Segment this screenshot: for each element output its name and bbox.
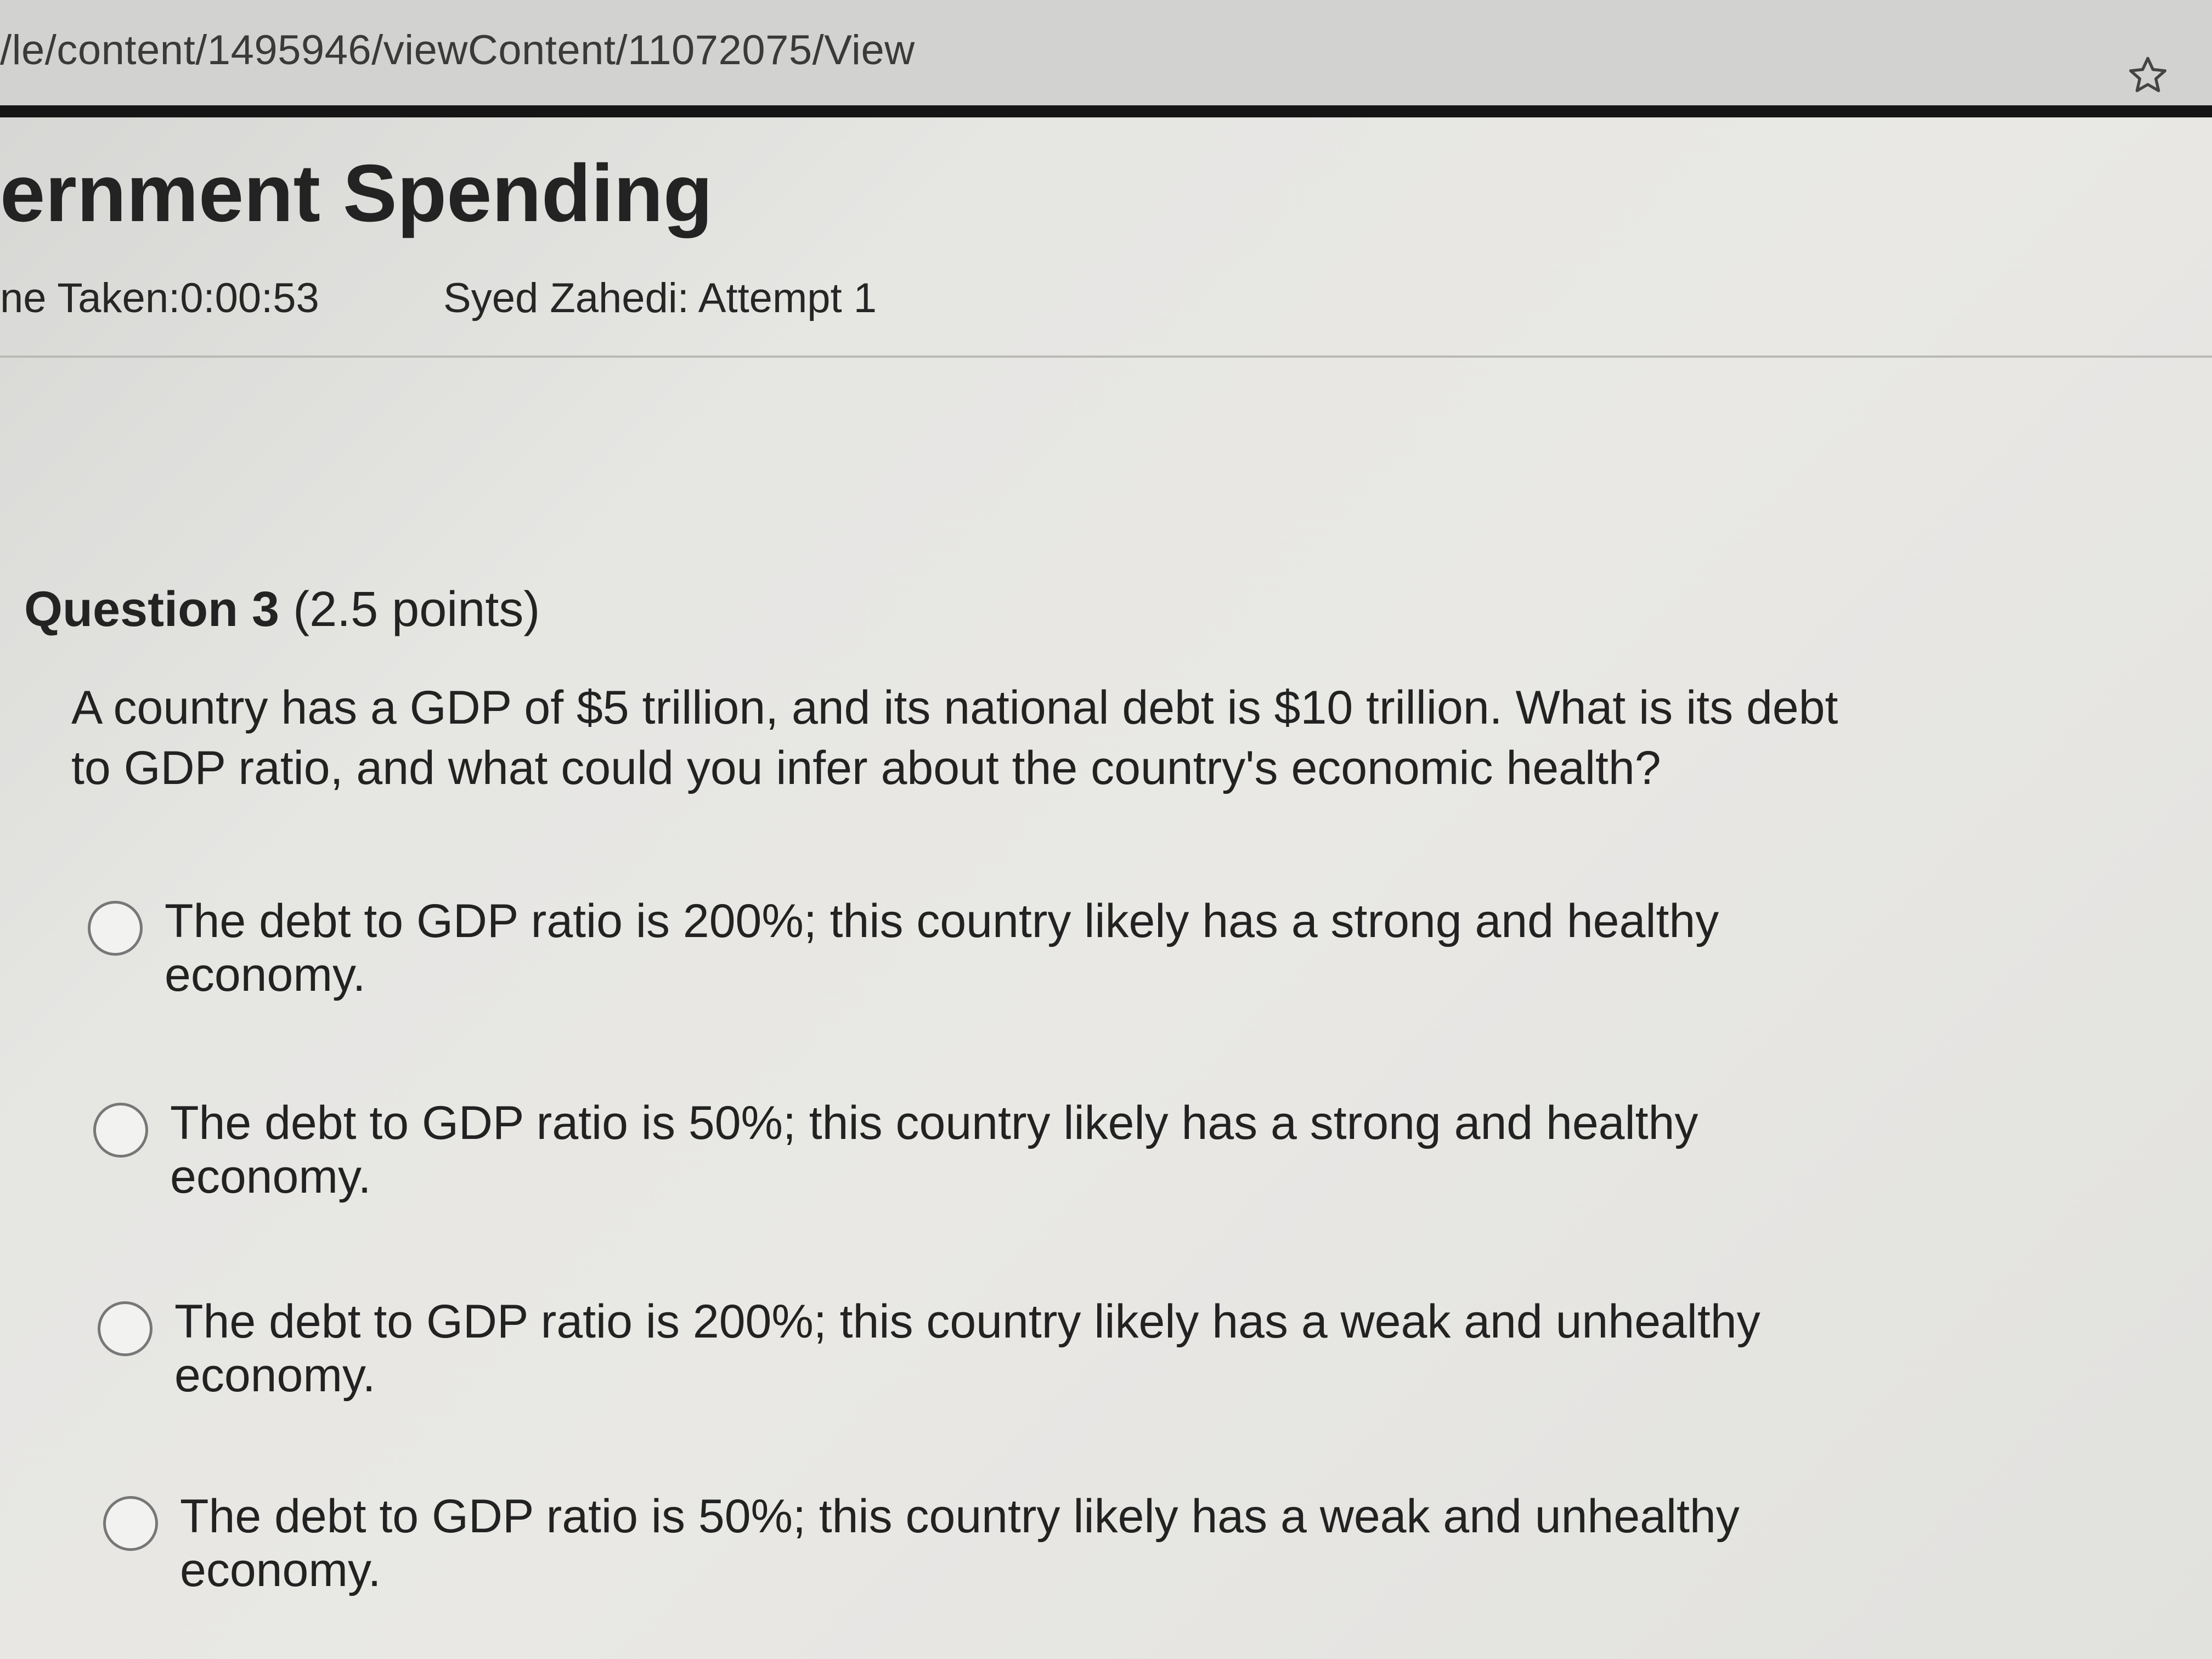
question-header: Question 3 (2.5 points) (24, 582, 540, 638)
url-text[interactable]: /le/content/1495946/viewContent/11072075… (0, 26, 915, 74)
answer-option-label[interactable]: The debt to GDP ratio is 200%; this coun… (165, 894, 1865, 1002)
star-icon[interactable] (2126, 54, 2170, 98)
question-number: Question 3 (24, 582, 280, 637)
answer-option-label[interactable]: The debt to GDP ratio is 50%; this count… (170, 1096, 1871, 1204)
meta-divider (0, 356, 2212, 358)
quiz-title: ernment Spending (0, 148, 713, 239)
question-points: (2.5 points) (293, 582, 540, 637)
radio-button[interactable] (103, 1496, 158, 1551)
time-taken: ne Taken:0:00:53 (0, 275, 319, 321)
radio-button[interactable] (98, 1301, 153, 1356)
answer-option-label[interactable]: The debt to GDP ratio is 200%; this coun… (174, 1295, 1875, 1402)
answer-option-label[interactable]: The debt to GDP ratio is 50%; this count… (180, 1489, 1881, 1597)
header-divider (0, 105, 2212, 117)
radio-button[interactable] (93, 1103, 148, 1158)
attempt-label: Syed Zahedi: Attempt 1 (443, 275, 877, 321)
radio-button[interactable] (88, 901, 143, 956)
browser-address-bar[interactable]: /le/content/1495946/viewContent/11072075… (0, 0, 2212, 105)
question-text: A country has a GDP of $5 trillion, and … (71, 681, 1838, 794)
